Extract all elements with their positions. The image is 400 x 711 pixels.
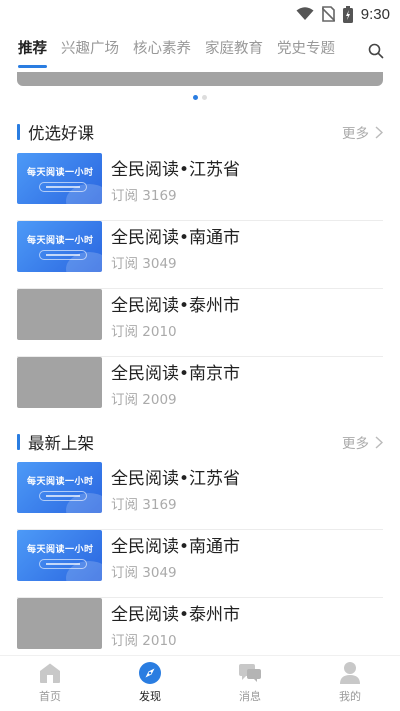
nav-profile[interactable]: 我的 [300,656,400,711]
nav-messages[interactable]: 消息 [200,656,300,711]
profile-icon [338,661,362,685]
more-label: 更多 [342,126,369,142]
subscription-count: 订阅 2010 [111,324,177,340]
course-thumbnail-placeholder [17,598,102,649]
course-title: 全民阅读•泰州市 [111,605,241,625]
course-title: 全民阅读•江苏省 [111,160,241,180]
search-icon[interactable] [368,43,384,59]
carousel-dot [202,95,207,100]
section-accent-bar [17,434,20,450]
thumbnail-caption: 每天阅读一小时 [27,168,94,178]
carousel-dot-active [193,95,198,100]
status-bar: 9:30 [0,0,400,28]
course-item[interactable]: 每天阅读一小时 全民阅读•江苏省 订阅 3169 [17,153,383,221]
course-title: 全民阅读•江苏省 [111,469,241,489]
tab-core-literacy[interactable]: 核心素养 [133,34,191,68]
course-thumbnail-placeholder [17,357,102,408]
course-title: 全民阅读•泰州市 [111,296,241,316]
course-item[interactable]: 全民阅读•泰州市 订阅 2010 [17,289,383,357]
tab-interest-square[interactable]: 兴趣广场 [61,34,119,68]
chevron-right-icon [375,125,383,139]
section-title: 最新上架 [28,434,94,453]
thumbnail-caption: 每天阅读一小时 [27,545,94,555]
tab-family-education[interactable]: 家庭教育 [205,34,263,68]
message-icon [238,661,262,685]
section-title: 优选好课 [28,124,94,143]
subscription-count: 订阅 3049 [111,565,177,581]
course-thumbnail: 每天阅读一小时 [17,462,102,513]
course-title: 全民阅读•南通市 [111,537,241,557]
section-accent-bar [17,124,20,140]
section-header-featured: 优选好课 更多 [17,121,383,143]
category-tab-bar: 推荐 兴趣广场 核心素养 家庭教育 党史专题 [0,34,400,68]
subscription-count: 订阅 3049 [111,256,177,272]
course-title: 全民阅读•南通市 [111,228,241,248]
chevron-right-icon [375,435,383,449]
thumbnail-caption: 每天阅读一小时 [27,477,94,487]
carousel-indicator [0,95,400,100]
home-icon [38,661,62,685]
more-link[interactable]: 更多 [342,122,383,142]
no-sim-icon [321,6,335,22]
subscription-count: 订阅 3169 [111,188,177,204]
compass-icon [138,661,162,685]
course-thumbnail-placeholder [17,289,102,340]
status-time: 9:30 [360,5,390,23]
nav-discover[interactable]: 发现 [100,656,200,711]
course-title: 全民阅读•南京市 [111,364,241,384]
tab-party-history[interactable]: 党史专题 [277,34,335,68]
battery-charging-icon [342,5,353,23]
course-item[interactable]: 每天阅读一小时 全民阅读•南通市 订阅 3049 [17,221,383,289]
course-thumbnail: 每天阅读一小时 [17,153,102,204]
banner-carousel[interactable] [17,72,383,86]
tab-recommend[interactable]: 推荐 [18,34,47,68]
more-link[interactable]: 更多 [342,432,383,452]
course-thumbnail: 每天阅读一小时 [17,530,102,581]
nav-home[interactable]: 首页 [0,656,100,711]
nav-label: 首页 [39,690,61,703]
course-item[interactable]: 每天阅读一小时 全民阅读•江苏省 订阅 3169 [17,462,383,530]
nav-label: 我的 [339,690,361,703]
course-thumbnail: 每天阅读一小时 [17,221,102,272]
subscription-count: 订阅 2009 [111,392,177,408]
nav-label: 消息 [239,690,261,703]
wifi-icon [296,7,314,20]
nav-label: 发现 [139,690,161,703]
course-item[interactable]: 全民阅读•南京市 订阅 2009 [17,357,383,425]
course-item[interactable]: 每天阅读一小时 全民阅读•南通市 订阅 3049 [17,530,383,598]
subscription-count: 订阅 3169 [111,497,177,513]
section-header-new-arrivals: 最新上架 更多 [17,431,383,453]
thumbnail-caption: 每天阅读一小时 [27,236,94,246]
more-label: 更多 [342,436,369,452]
bottom-navigation: 首页 发现 消息 我的 [0,655,400,711]
subscription-count: 订阅 2010 [111,633,177,649]
